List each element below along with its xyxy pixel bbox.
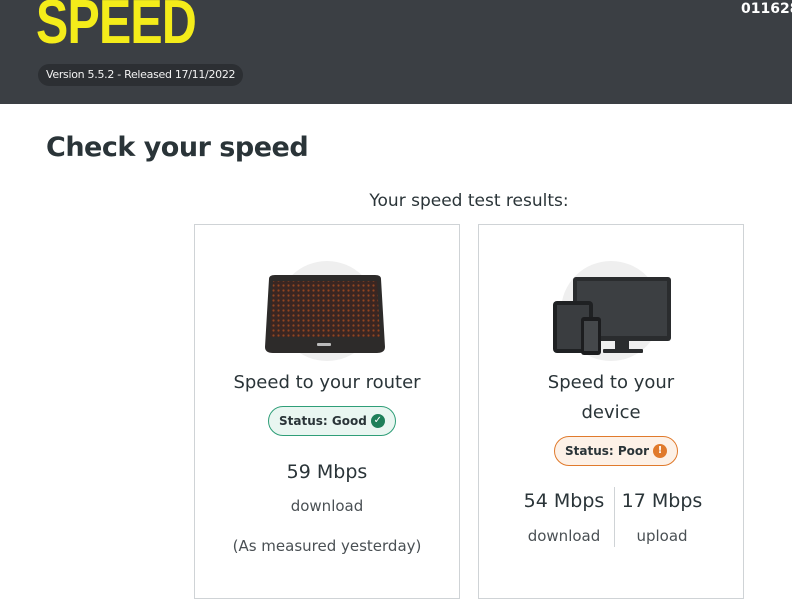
device-upload-speed: 17 Mbps — [621, 490, 703, 512]
devices-icon — [553, 277, 671, 355]
router-status-text: Status: Good — [279, 414, 367, 428]
router-speed-card: Speed to your router Status: Good ✓ 59 M… — [194, 224, 460, 599]
device-speed-card: Speed to your device Status: Poor ! 54 M… — [478, 224, 744, 599]
page-title: Check your speed — [46, 132, 309, 163]
device-download-label: download — [527, 527, 601, 545]
router-card-title: Speed to your router — [233, 372, 421, 393]
device-upload-label: upload — [636, 527, 688, 545]
speed-logo: SPEED — [36, 0, 197, 57]
warning-icon: ! — [653, 444, 668, 458]
device-card-title-line2: device — [581, 402, 641, 423]
router-status-badge: Status: Good ✓ — [268, 406, 396, 436]
device-download-speed: 54 Mbps — [523, 490, 605, 512]
phone-number[interactable]: 0116282 — [741, 0, 792, 18]
device-card-title-line1: Speed to your — [547, 372, 675, 393]
router-download-speed: 59 Mbps — [286, 461, 368, 483]
check-icon: ✓ — [370, 414, 385, 428]
header-bar: SPEED Version 5.5.2 - Released 17/11/202… — [0, 0, 792, 104]
router-icon — [265, 275, 385, 353]
router-measured-note: (As measured yesterday) — [232, 537, 422, 555]
results-subtitle: Your speed test results: — [369, 191, 569, 211]
device-status-text: Status: Poor — [565, 444, 650, 458]
device-status-badge: Status: Poor ! — [554, 436, 679, 466]
version-badge: Version 5.5.2 - Released 17/11/2022 — [38, 64, 244, 86]
router-download-label: download — [290, 497, 364, 515]
